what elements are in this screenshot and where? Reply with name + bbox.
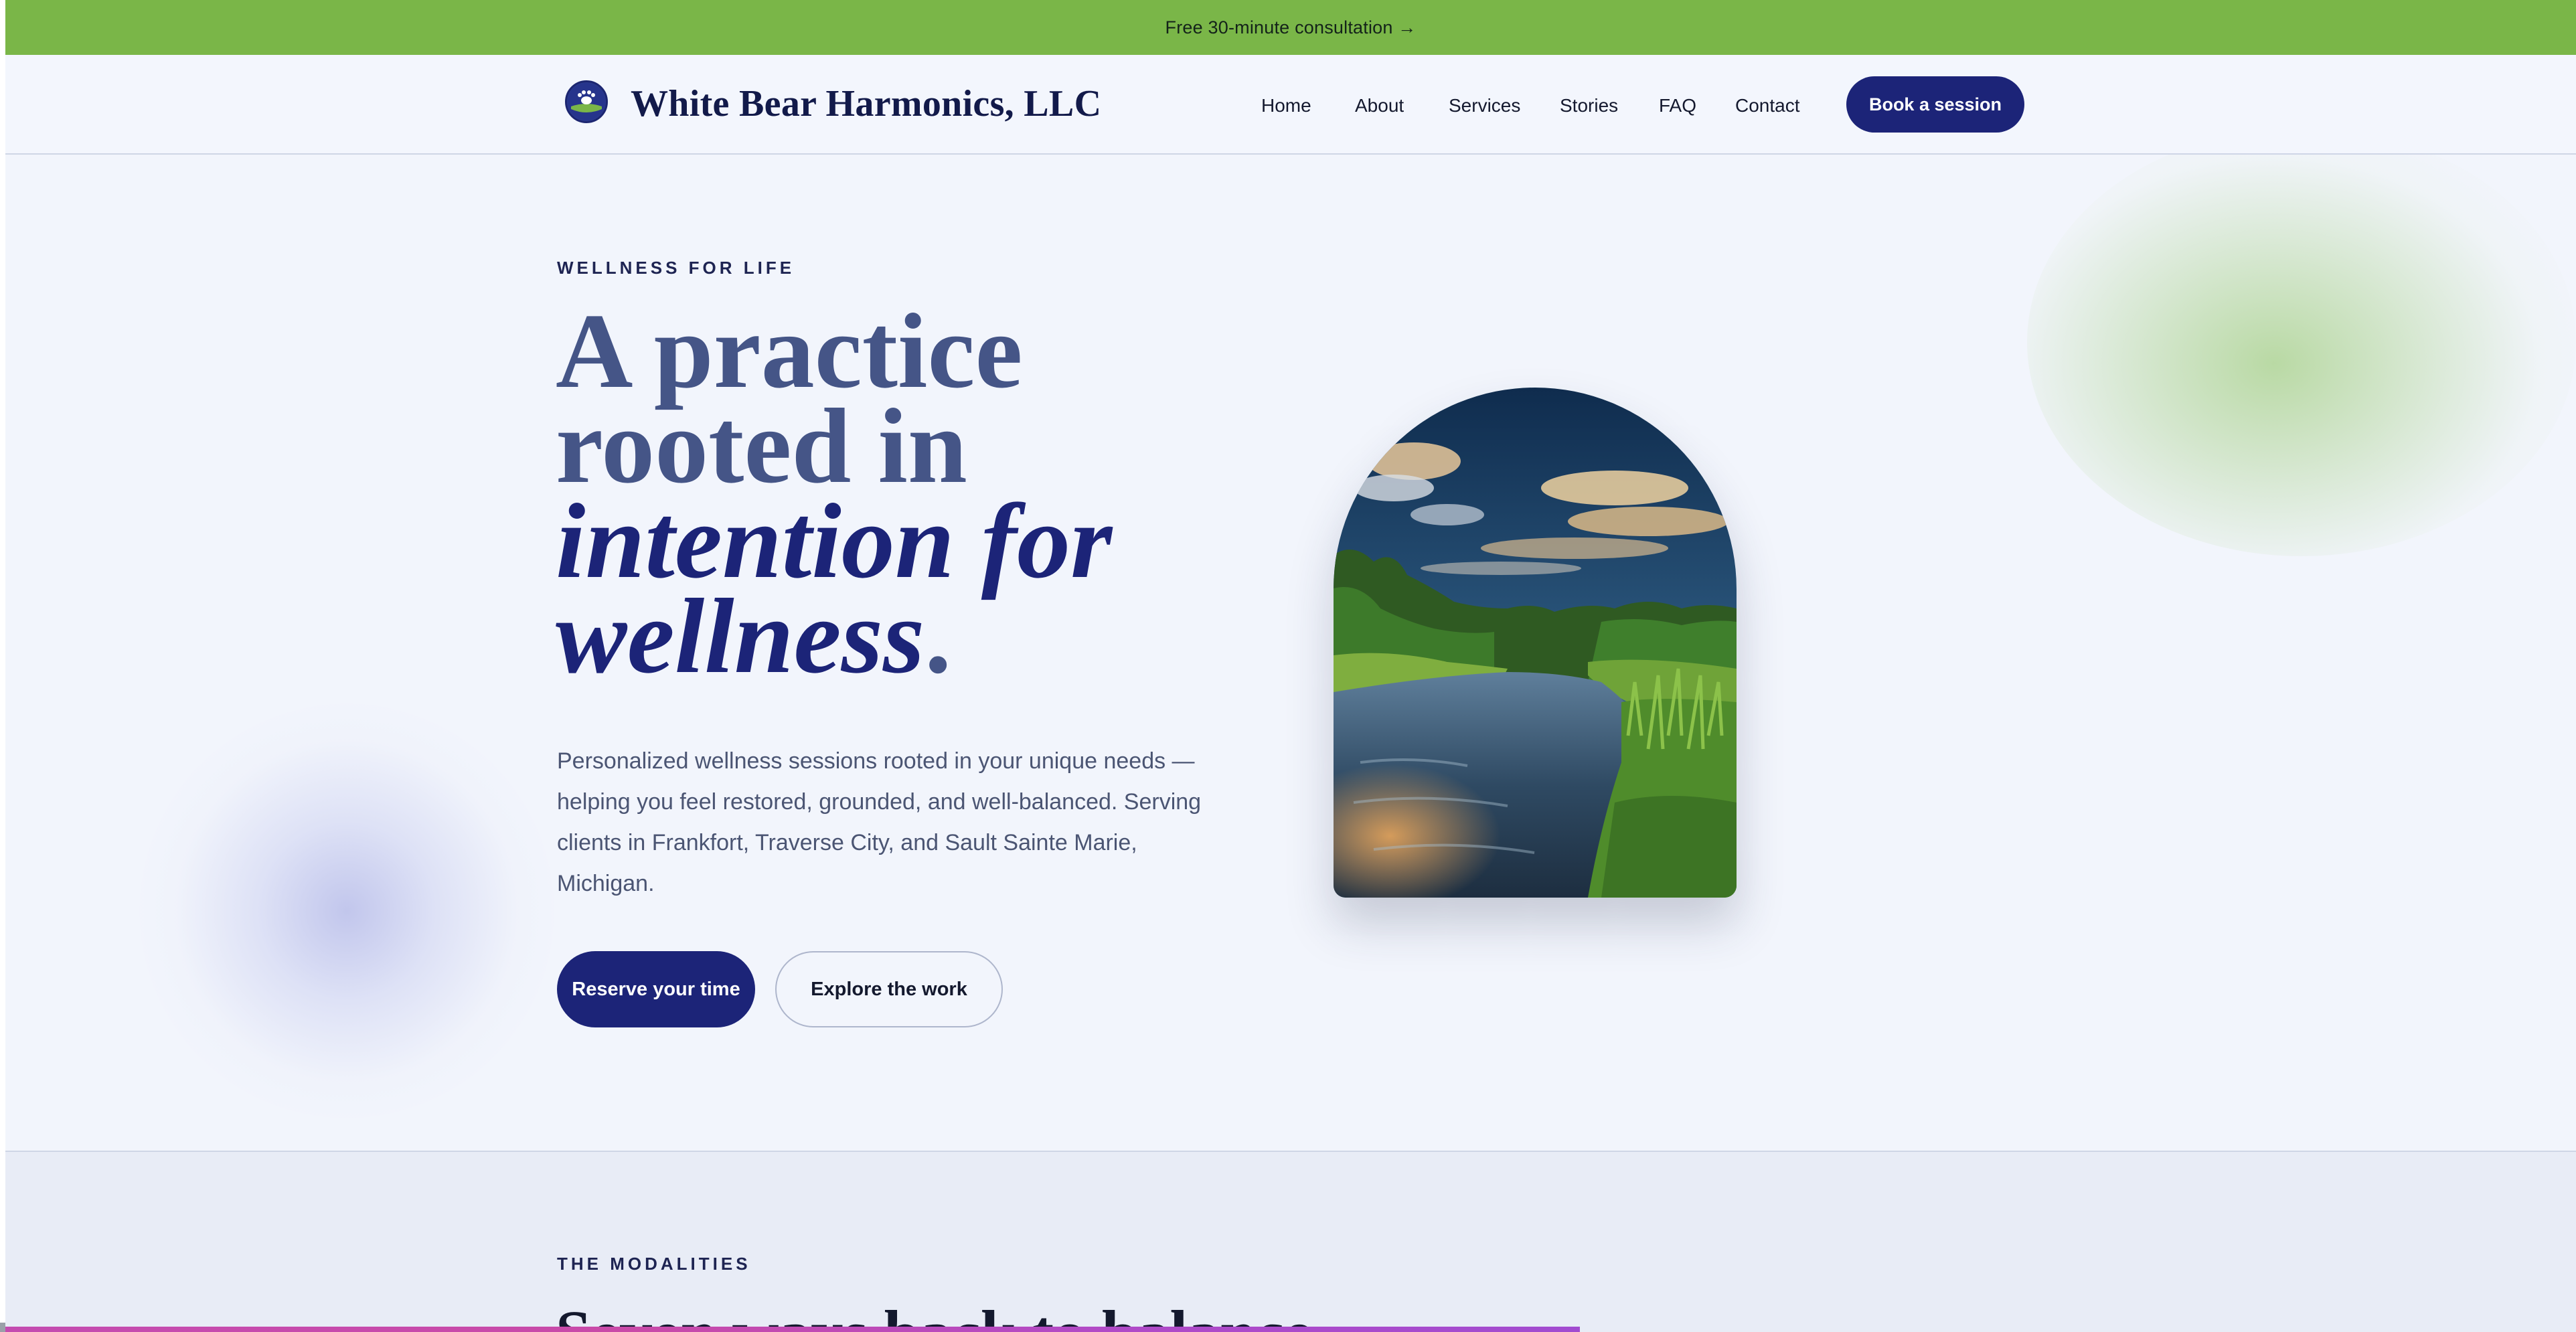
headline-line-4: wellness. <box>556 582 1292 689</box>
hero-headline: A practice rooted in intention for welln… <box>556 291 1292 689</box>
decorative-green-glow <box>2027 155 2576 556</box>
nav-contact[interactable]: Contact <box>1735 95 1800 116</box>
nav-faq[interactable]: FAQ <box>1659 95 1696 116</box>
hero-description: Personalized wellness sessions rooted in… <box>557 748 1202 896</box>
book-session-button[interactable]: Book a session <box>1846 76 2024 133</box>
hero-section: WELLNESS FOR LIFE A practice rooted in i… <box>5 155 2576 1151</box>
nav-services[interactable]: Services <box>1449 95 1520 116</box>
bear-paw-icon[interactable] <box>565 80 608 123</box>
site-header: White Bear Harmonics, LLC Home About Ser… <box>5 55 2576 155</box>
headline-line-1: A practice <box>556 291 1023 410</box>
bottom-decorative-strip <box>5 1327 1580 1332</box>
consultation-link[interactable]: Free 30-minute consultation → <box>1165 17 1417 38</box>
headline-period: . <box>924 576 952 695</box>
nav-about[interactable]: About <box>1355 95 1404 116</box>
modalities-eyebrow: THE MODALITIES <box>557 1254 751 1274</box>
river-landscape-image <box>1334 388 1737 898</box>
brand-name[interactable]: White Bear Harmonics, LLC <box>631 78 1101 130</box>
explore-work-button[interactable]: Explore the work <box>775 951 1003 1027</box>
headline-line-3: intention for <box>556 481 1113 600</box>
announcement-bar: Free 30-minute consultation → <box>5 0 2576 55</box>
headline-line-2: rooted in <box>556 386 967 505</box>
headline-emphasis: wellness <box>556 576 925 695</box>
modalities-section: THE MODALITIES Seven ways back to balanc… <box>5 1151 2576 1332</box>
nav-stories[interactable]: Stories <box>1560 95 1618 116</box>
reserve-time-button[interactable]: Reserve your time <box>557 951 755 1027</box>
hero-eyebrow: WELLNESS FOR LIFE <box>557 258 795 278</box>
decorative-blue-glow <box>139 703 554 1118</box>
page: Free 30-minute consultation → White Bear… <box>5 0 2576 1332</box>
nav-home[interactable]: Home <box>1261 95 1311 116</box>
window-edge <box>0 0 5 1332</box>
